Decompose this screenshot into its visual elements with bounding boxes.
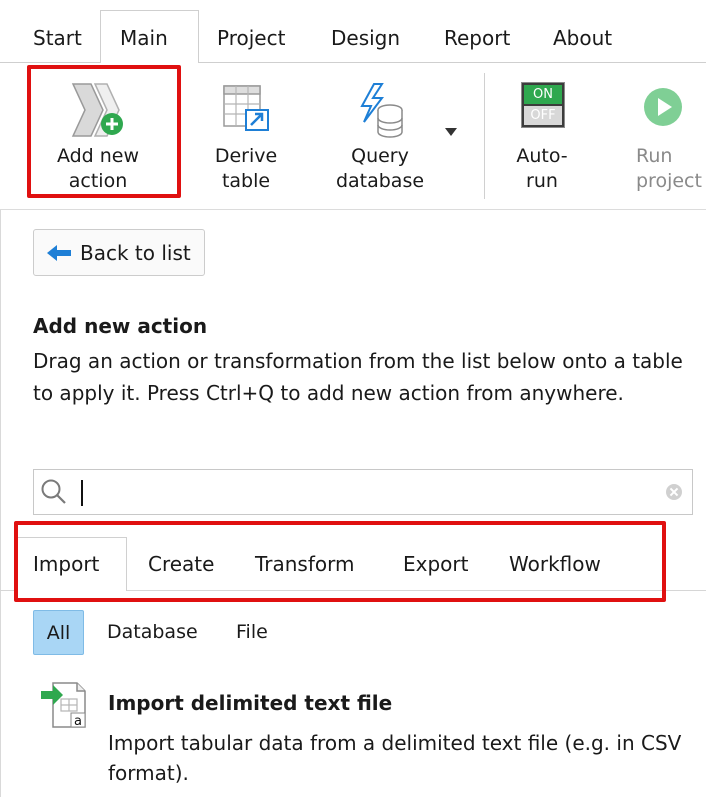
ribbon-toolbar: Add new action Derive table Query databa…: [0, 62, 706, 210]
import-delimited-file-icon: a: [41, 682, 86, 729]
derive-table-icon: [223, 85, 269, 131]
auto-run-toggle[interactable]: ON OFF Auto- run: [502, 68, 582, 198]
run-play-icon: [644, 88, 682, 126]
back-arrow-icon: [47, 245, 71, 261]
add-action-icon: [71, 83, 123, 137]
back-to-list-label: Back to list: [80, 241, 191, 265]
auto-run-label: Auto- run: [516, 145, 568, 192]
svg-text:a: a: [74, 714, 82, 729]
back-to-list-button[interactable]: Back to list: [33, 229, 205, 276]
run-project-button[interactable]: Run project: [628, 68, 706, 198]
tab-start[interactable]: Start: [33, 24, 82, 52]
query-database-label: Query database: [335, 145, 425, 192]
query-database-button[interactable]: Query database: [322, 68, 438, 198]
auto-run-on-indicator: ON: [524, 85, 562, 104]
derive-table-label: Derive table: [214, 145, 278, 192]
toolbar-separator: [484, 73, 485, 199]
action-list-item[interactable]: a Import delimited text file Import tabu…: [33, 673, 693, 797]
tab-workflow[interactable]: Workflow: [509, 550, 601, 578]
tab-project[interactable]: Project: [217, 24, 285, 52]
tab-main[interactable]: Main: [120, 24, 168, 52]
query-database-icon: [360, 83, 403, 138]
filter-all[interactable]: All: [33, 610, 84, 655]
category-tab-bar: Import Create Transform Export Workflow: [14, 537, 706, 592]
panel-description: Drag an action or transformation from th…: [33, 349, 683, 405]
filter-file[interactable]: File: [236, 610, 268, 655]
query-database-dropdown-icon[interactable]: [444, 127, 458, 137]
derive-table-button[interactable]: Derive table: [196, 68, 296, 198]
tab-export[interactable]: Export: [403, 550, 468, 578]
tab-import[interactable]: Import: [33, 550, 99, 578]
ribbon-tab-bar: Start Main Project Design Report About: [0, 0, 706, 63]
search-input[interactable]: [78, 476, 642, 510]
action-description: Import tabular data from a delimited tex…: [108, 731, 682, 785]
action-title: Import delimited text file: [108, 691, 393, 715]
tab-create[interactable]: Create: [148, 550, 214, 578]
filter-database[interactable]: Database: [107, 610, 198, 655]
tab-report[interactable]: Report: [444, 24, 510, 52]
text-caret: [81, 480, 83, 506]
clear-search-icon[interactable]: [666, 484, 682, 500]
search-icon: [41, 479, 66, 504]
panel-title: Add new action: [33, 314, 208, 338]
add-new-action-button[interactable]: Add new action: [38, 68, 158, 198]
action-search-box[interactable]: [33, 469, 693, 515]
tab-design[interactable]: Design: [331, 24, 400, 52]
auto-run-off-indicator: OFF: [524, 106, 562, 125]
tab-transform[interactable]: Transform: [255, 550, 354, 578]
add-new-action-label: Add new action: [56, 145, 140, 192]
auto-run-switch-icon: ON OFF: [521, 82, 565, 128]
run-project-label: Run project: [636, 145, 702, 192]
tab-about[interactable]: About: [553, 24, 612, 52]
